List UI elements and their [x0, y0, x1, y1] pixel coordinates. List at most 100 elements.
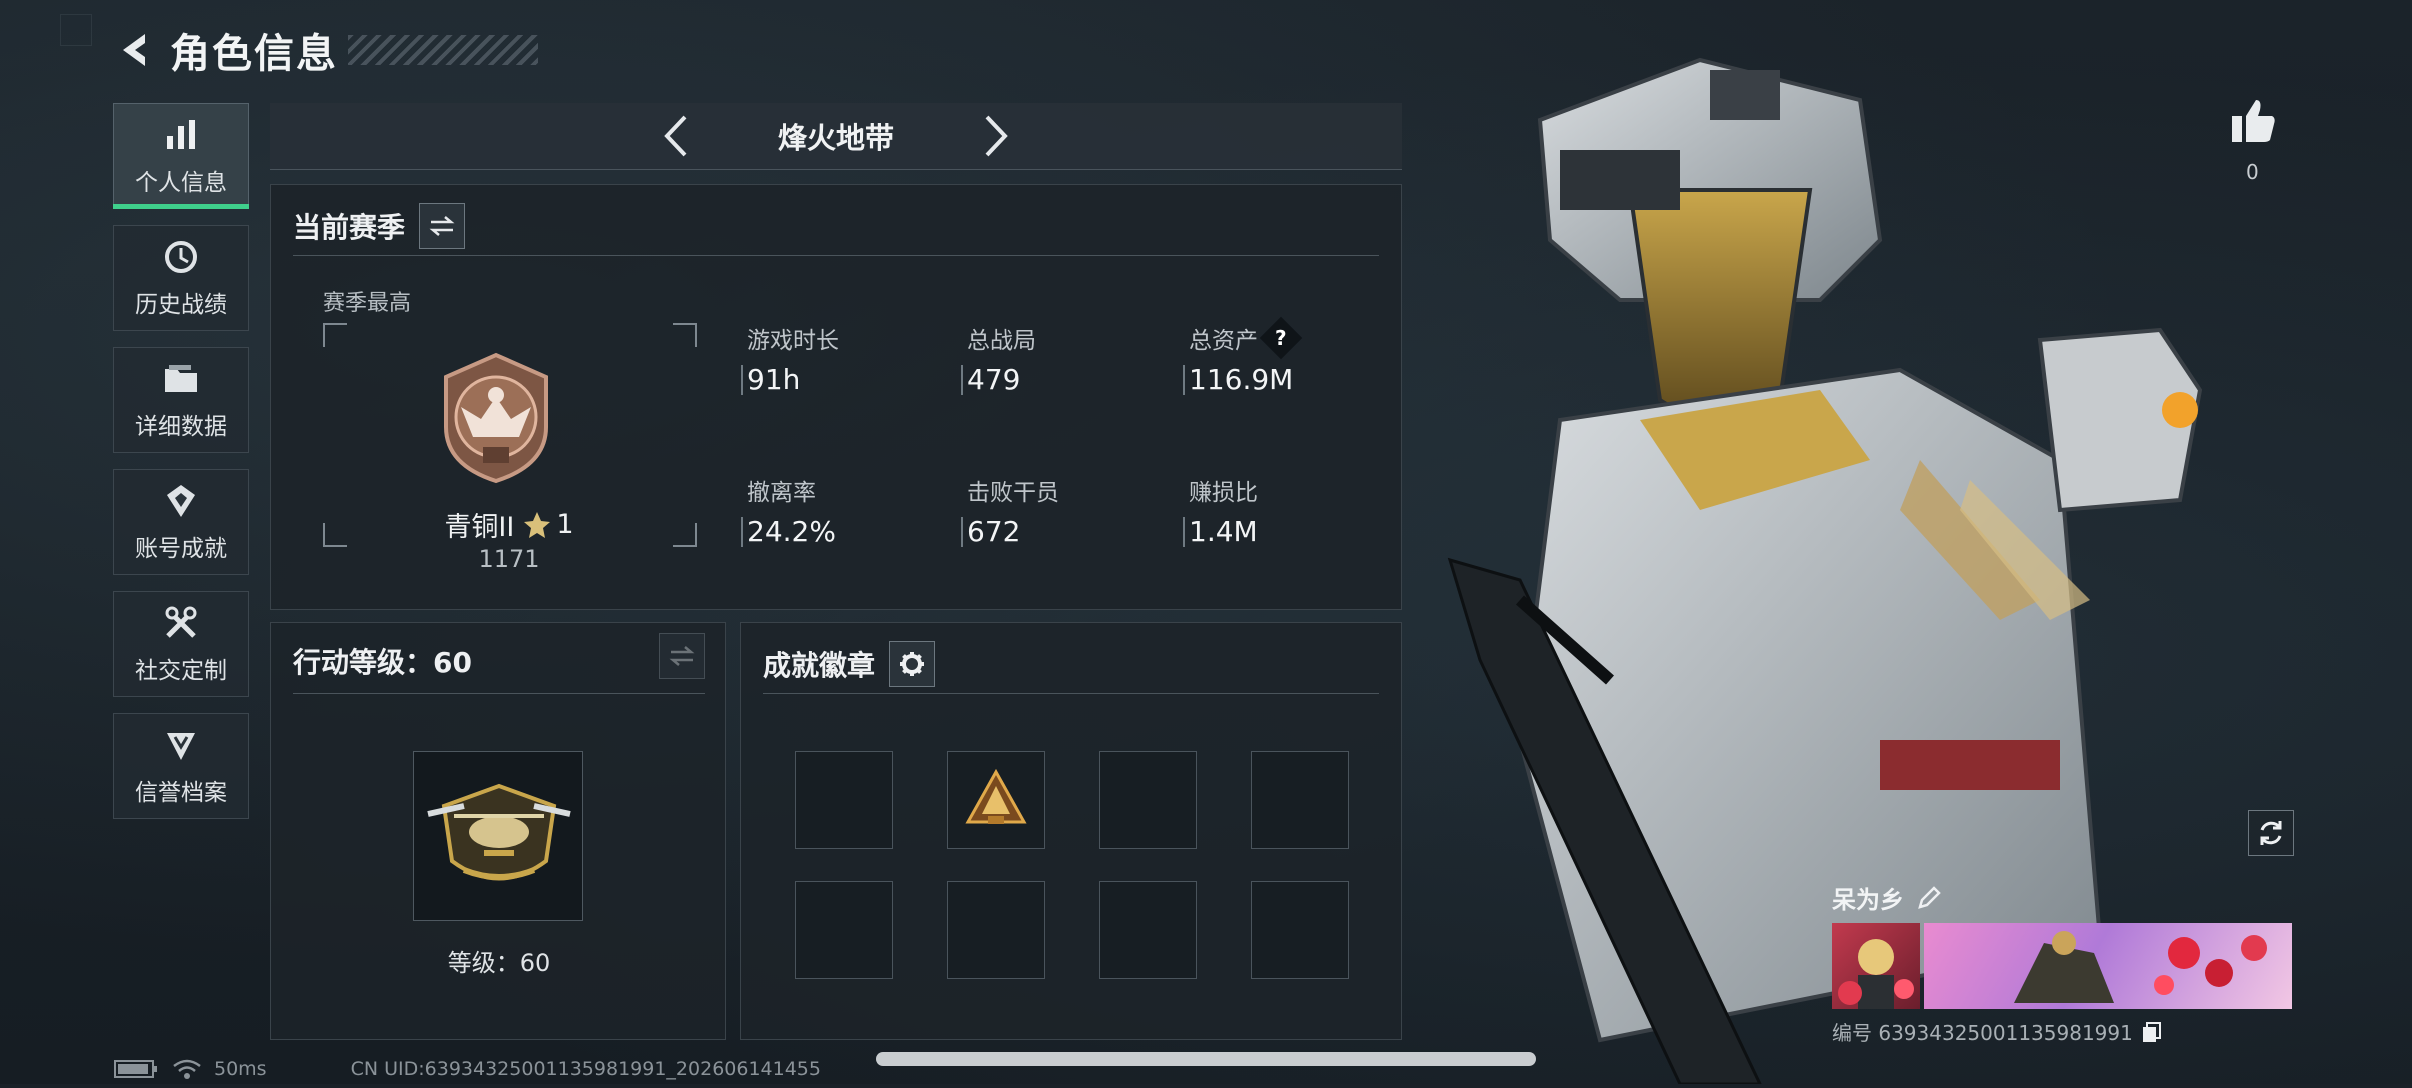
name-card-banner[interactable]	[1924, 923, 2292, 1009]
card-images	[1832, 923, 2294, 1009]
stat-bar	[741, 517, 743, 547]
banner-artwork-icon	[2014, 931, 2267, 1003]
helicopter-emblem-icon	[427, 783, 571, 881]
next-mode-button[interactable]	[966, 106, 1026, 166]
badge-slot[interactable]	[1251, 751, 1349, 849]
badge-slot[interactable]	[795, 881, 893, 979]
folder-icon	[161, 359, 201, 399]
season-header: 当前赛季	[293, 203, 466, 249]
page-title: 角色信息	[170, 31, 338, 77]
level-text: 等级：60	[447, 949, 551, 977]
rank-stars: 1	[556, 509, 574, 540]
sidebar-item-label: 信誉档案	[135, 780, 227, 806]
stat-label-operators-defeated: 击败干员	[967, 480, 1059, 506]
star-icon	[524, 511, 551, 538]
home-indicator[interactable]	[876, 1052, 1536, 1066]
avatar-portrait-icon	[1838, 939, 1914, 1009]
sidebar-item-label: 个人信息	[135, 170, 227, 196]
stat-value-playtime: 91h	[747, 363, 801, 396]
badge-slot[interactable]	[1099, 751, 1197, 849]
stat-label-total-assets-wrap: 总资产 ?	[1189, 316, 1303, 360]
stat-value-profit-loss: 1.4M	[1189, 515, 1258, 548]
action-level-panel: 行动等级：60 等级：60	[270, 622, 726, 1040]
history-clock-icon	[161, 237, 201, 277]
corner-decoration	[60, 14, 92, 46]
sidebar-item-label: 详细数据	[135, 414, 227, 440]
mode-title: 烽火地带	[777, 121, 894, 155]
switch-season-button[interactable]	[419, 203, 466, 249]
back-button[interactable]	[110, 25, 160, 75]
action-level-title: 行动等级：60	[293, 646, 472, 679]
title-stripes-decoration	[348, 35, 538, 65]
help-button[interactable]: ?	[1259, 316, 1303, 360]
badge-slot[interactable]	[1251, 881, 1349, 979]
header: 角色信息	[110, 20, 538, 80]
avatar-frame[interactable]	[1832, 923, 1920, 1009]
bronze-rank-emblem-icon	[444, 352, 548, 484]
divider	[293, 693, 705, 694]
achievement-badge-icon	[965, 768, 1027, 824]
rank-name: 青铜II	[444, 512, 515, 543]
divider	[293, 255, 1379, 256]
wifi-icon	[173, 1059, 201, 1079]
divider	[763, 693, 1379, 694]
prev-mode-button[interactable]	[646, 106, 706, 166]
uid-text: CN UID:6393432500113598199​1_20260614145…	[350, 1058, 821, 1080]
badge-slot[interactable]	[947, 881, 1045, 979]
frame-corner	[673, 323, 697, 347]
action-level-header: 行动等级：60	[293, 641, 472, 681]
stat-label-playtime: 游戏时长	[747, 328, 839, 354]
player-card: 呆为乡 编号 6393432500113598199​1	[1832, 880, 2294, 1045]
stat-label-extraction-rate: 撤离率	[747, 480, 816, 506]
edit-pencil-icon[interactable]	[1916, 885, 1942, 911]
sidebar-item-reputation[interactable]: 信誉档案	[113, 713, 249, 819]
stat-bar	[961, 365, 963, 395]
stat-bar	[1183, 517, 1185, 547]
like-count: 0	[2246, 160, 2259, 184]
rank-line: 青铜II 1	[323, 505, 695, 544]
stat-bar	[741, 365, 743, 395]
sidebar-item-social[interactable]: 社交定制	[113, 591, 249, 697]
sidebar-item-history[interactable]: 历史战绩	[113, 225, 249, 331]
rank-points: 1171	[478, 545, 540, 573]
stat-label-total-assets: 总资产	[1189, 328, 1258, 354]
stat-bar	[1183, 365, 1185, 395]
badge-slot-filled[interactable]	[947, 751, 1045, 849]
tools-icon	[161, 603, 201, 643]
swap-icon	[669, 646, 695, 666]
badge-slot[interactable]	[795, 751, 893, 849]
copy-icon[interactable]	[2141, 1021, 2163, 1043]
sidebar-item-detailed-data[interactable]: 详细数据	[113, 347, 249, 453]
sidebar-item-achievements[interactable]: 账号成就	[113, 469, 249, 575]
stat-value-total-assets: 116.9M	[1189, 363, 1294, 396]
mode-selector: 烽火地带	[270, 103, 1402, 170]
player-name-row: 呆为乡	[1832, 880, 2294, 915]
player-name: 呆为乡	[1832, 886, 1904, 914]
bar-chart-icon	[161, 115, 201, 155]
badges-panel: 成就徽章	[740, 622, 1402, 1040]
ping-text: 50ms	[214, 1058, 267, 1080]
level-emblem-frame	[413, 751, 583, 921]
stat-value-total-matches: 479	[967, 363, 1021, 396]
status-bar: 50ms CN UID:6393432500113598199​1_202606…	[114, 1058, 821, 1080]
sidebar: 个人信息 历史战绩 详细数据 账号成就 社交定制 信誉档案	[113, 103, 251, 835]
battery-icon	[114, 1060, 157, 1078]
badges-title: 成就徽章	[763, 649, 876, 682]
like-button[interactable]	[2228, 96, 2284, 152]
stat-bar	[961, 517, 963, 547]
badge-settings-button[interactable]	[889, 641, 936, 687]
stat-label-profit-loss: 赚损比	[1189, 480, 1258, 506]
stat-value-extraction-rate: 24.2%	[747, 515, 836, 548]
swap-icon	[429, 216, 455, 236]
thumbs-up-icon	[2232, 100, 2275, 142]
sidebar-item-label: 历史战绩	[135, 292, 227, 318]
reputation-icon	[161, 725, 201, 765]
rotate-model-button[interactable]	[2248, 810, 2294, 856]
badge-slot[interactable]	[1099, 881, 1197, 979]
sidebar-item-label: 社交定制	[135, 658, 227, 684]
switch-level-button[interactable]	[659, 633, 705, 679]
sidebar-item-personal-info[interactable]: 个人信息	[113, 103, 249, 209]
season-title: 当前赛季	[293, 211, 406, 244]
season-best-label: 赛季最高	[323, 291, 412, 316]
back-arrow-icon	[123, 34, 145, 66]
